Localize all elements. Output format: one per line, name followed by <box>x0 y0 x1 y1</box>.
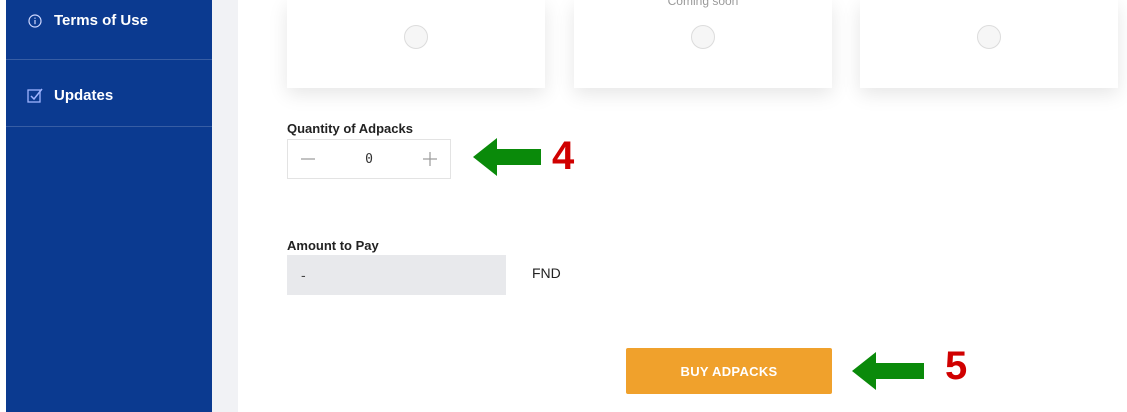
content-gap <box>212 0 238 412</box>
green-arrow-icon <box>473 138 541 176</box>
coming-soon-text: Coming soon <box>667 0 739 8</box>
sidebar-item-label: Updates <box>54 86 114 104</box>
increment-button[interactable] <box>410 140 450 178</box>
page: Terms of Use Updates Coming soon Quantit… <box>0 0 1127 412</box>
main-content: Coming soon Quantity of Adpacks 0 4 Amou… <box>238 0 1127 412</box>
green-arrow-icon <box>852 352 924 390</box>
adpack-card[interactable] <box>287 0 545 88</box>
amount-field: - <box>287 255 506 295</box>
annotation-step-5: 5 <box>945 344 968 388</box>
pack-radio[interactable] <box>404 25 428 49</box>
adpack-card[interactable]: Coming soon <box>574 0 832 88</box>
pack-radio[interactable] <box>691 25 715 49</box>
amount-label: Amount to Pay <box>287 238 379 253</box>
info-circle-icon <box>26 12 44 30</box>
plus-icon <box>423 152 437 166</box>
quantity-stepper[interactable]: 0 <box>287 139 451 179</box>
checkbox-icon <box>26 86 44 104</box>
adpack-card[interactable] <box>860 0 1118 88</box>
quantity-value[interactable]: 0 <box>328 152 410 167</box>
sidebar: Terms of Use Updates <box>6 0 212 412</box>
sidebar-divider <box>6 126 212 127</box>
buy-adpacks-button[interactable]: BUY ADPACKS <box>626 348 832 394</box>
amount-value: - <box>301 267 306 283</box>
currency-label: FND <box>532 265 561 281</box>
sidebar-item-terms-of-use[interactable]: Terms of Use <box>6 0 212 60</box>
annotation-step-4: 4 <box>552 134 575 178</box>
sidebar-divider <box>6 59 212 60</box>
pack-radio[interactable] <box>977 25 1001 49</box>
minus-icon <box>301 158 315 160</box>
quantity-label: Quantity of Adpacks <box>287 121 413 136</box>
sidebar-item-label: Terms of Use <box>54 12 148 29</box>
decrement-button[interactable] <box>288 140 328 178</box>
sidebar-item-updates[interactable]: Updates <box>6 66 212 124</box>
